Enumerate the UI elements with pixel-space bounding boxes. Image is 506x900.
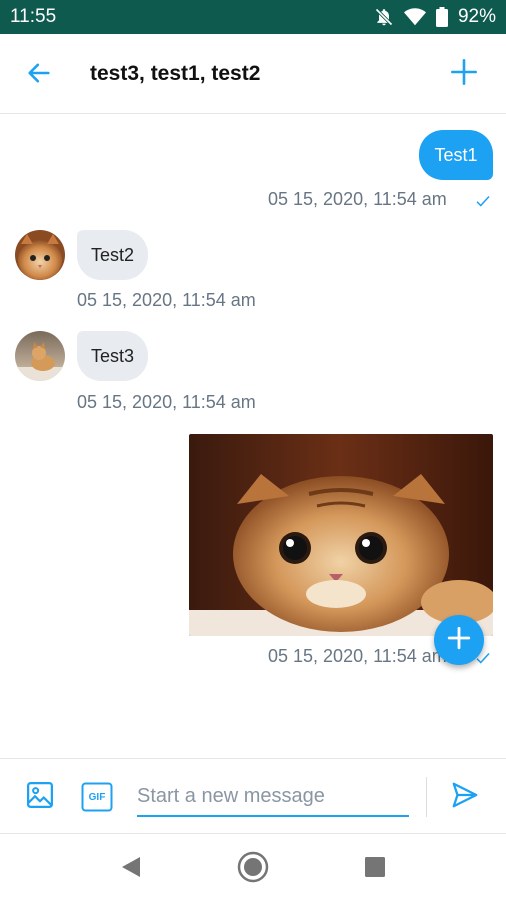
status-icons: 92% [374,6,496,28]
conversation-title: test3, test1, test2 [90,62,261,85]
nav-back-button[interactable] [114,852,148,886]
battery-icon [435,7,448,27]
message-bubble-outgoing[interactable]: Test1 [419,130,493,180]
message-input[interactable] [137,781,409,817]
sender-avatar[interactable] [15,230,65,280]
sender-avatar[interactable] [15,331,65,381]
message-list[interactable]: Test1 05 15, 2020, 11:54 am Test2 05 15,… [0,115,506,758]
image-icon [25,780,55,815]
nav-home-button[interactable] [236,850,270,889]
message-timestamp: 05 15, 2020, 11:54 am [268,646,447,666]
message-bubble-incoming[interactable]: Test2 [77,230,148,280]
status-bar: 11:55 92% [0,0,506,34]
message-image[interactable] [189,434,493,636]
nav-recents-button[interactable] [358,852,392,886]
status-time: 11:55 [10,6,57,27]
read-check-icon [476,195,490,207]
cat-avatar-icon [15,331,65,381]
add-participant-button[interactable] [446,56,482,92]
battery-level: 92% [457,6,496,27]
circle-home-icon [236,850,270,889]
attach-image-button[interactable] [24,781,56,813]
message-timestamp: 05 15, 2020, 11:54 am [77,392,256,412]
attach-gif-button[interactable]: GIF [81,781,113,813]
wifi-icon [403,7,426,27]
app-bar: test3, test1, test2 [0,34,506,114]
new-message-fab[interactable] [434,615,484,665]
back-button[interactable] [22,58,56,92]
square-recents-icon [364,856,386,883]
message-timestamp: 05 15, 2020, 11:54 am [77,290,256,310]
send-icon [450,780,480,815]
plus-icon [446,625,472,656]
composer-divider [426,777,427,817]
bell-off-icon [374,7,394,27]
message-timestamp: 05 15, 2020, 11:54 am [268,189,447,209]
send-button[interactable] [449,781,481,813]
cat-photo-icon [189,434,493,636]
triangle-back-icon [120,855,142,884]
system-nav-bar [0,834,506,900]
message-bubble-incoming[interactable]: Test3 [77,331,148,381]
arrow-left-icon [25,59,53,92]
gif-label: GIF [88,791,106,803]
message-composer: GIF [0,758,506,834]
plus-icon [450,58,478,91]
cat-avatar-icon [15,230,65,280]
